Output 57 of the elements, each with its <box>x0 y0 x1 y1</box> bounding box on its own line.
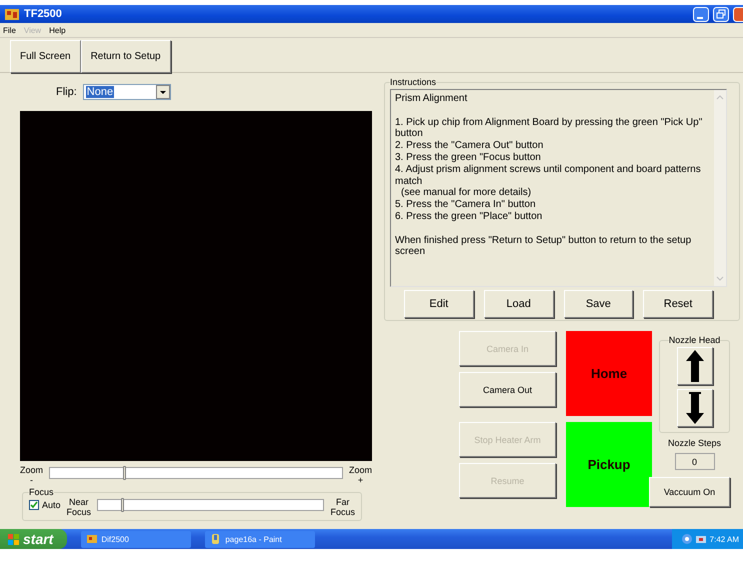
instructions-box[interactable] <box>390 89 727 287</box>
nozzle-steps-field: 0 <box>674 453 714 470</box>
instruction-line: 3. Press the green "Focus button <box>395 152 542 164</box>
instruction-line: When finished press "Return to Setup" button to return to the setup screen <box>395 234 692 258</box>
focus-slider[interactable] <box>97 499 324 511</box>
nozzle-down-button[interactable] <box>676 389 712 427</box>
group-title: Focus <box>29 487 54 497</box>
slider-thumb[interactable] <box>120 498 124 512</box>
menu-item[interactable]: File <box>3 26 16 34</box>
start-button[interactable]: start <box>0 529 68 549</box>
close-icon[interactable] <box>733 6 743 22</box>
control-button[interactable]: Camera Out <box>459 372 556 407</box>
slider-thumb[interactable] <box>123 466 126 480</box>
checkbox-icon[interactable] <box>29 500 39 510</box>
instruction-button[interactable]: Load <box>484 290 554 318</box>
instruction-button[interactable]: Edit <box>404 290 474 318</box>
nozzle-up-button[interactable] <box>676 347 712 385</box>
auto-checkbox[interactable]: Auto <box>29 500 61 510</box>
menu-item[interactable]: Help <box>49 26 66 34</box>
vacuum-button[interactable]: Vaccuum On <box>649 477 730 507</box>
instruction-line: 2. Press the "Camera Out" button <box>395 140 544 152</box>
instruction-button[interactable]: Save <box>564 290 634 318</box>
up-arrow-icon <box>686 350 704 382</box>
action-button[interactable]: Home <box>566 331 652 416</box>
tray-icon[interactable] <box>696 534 706 544</box>
flip-label: Flip: <box>56 86 77 98</box>
zoom-slider[interactable] <box>49 467 343 479</box>
paint-icon <box>211 534 222 544</box>
toolbar-button[interactable]: Return to Setup <box>80 40 171 73</box>
instruction-button[interactable]: Reset <box>643 290 713 318</box>
taskbar-button[interactable]: page16a - Paint <box>205 530 316 548</box>
slider-label: Zoom + <box>348 465 372 485</box>
instruction-line: 6. Press the green "Place" button <box>395 210 544 223</box>
taskbar-button[interactable]: Dif2500 <box>81 530 192 548</box>
instruction-line: 1. Pick up chip from Alignment Board by pressing the green "Pick Up" button <box>395 116 704 140</box>
slider-label: Near Focus <box>66 497 92 517</box>
slider-label: Zoom - <box>20 465 44 485</box>
instruction-line: 4. Adjust prism alignment screws until component and board patterns match <box>395 164 702 188</box>
flip-dropdown[interactable]: None <box>82 84 171 100</box>
instruction-line: (see manual for more details) <box>400 187 532 200</box>
instruction-line: Prism Alignment <box>395 93 468 105</box>
windows-flag-icon <box>8 534 19 544</box>
group-title: Nozzle Head <box>668 335 720 345</box>
nozzle-steps-label: Nozzle Steps <box>666 438 722 448</box>
minimize-icon[interactable] <box>693 6 709 22</box>
clock: 7:42 AM <box>710 534 739 544</box>
toolbar-button[interactable]: Full Screen <box>10 40 81 73</box>
app-icon <box>4 6 20 22</box>
action-button[interactable]: Pickup <box>566 422 652 507</box>
slider-label: Far Focus <box>330 497 355 517</box>
down-arrow-icon <box>686 392 704 424</box>
restore-icon[interactable] <box>713 6 729 22</box>
window-title: TF2500 <box>24 8 63 20</box>
network-icon[interactable] <box>682 534 692 544</box>
instruction-line: 5. Press the "Camera In" button <box>395 199 537 211</box>
app-icon <box>87 534 98 544</box>
group-title: Instructions <box>390 77 436 87</box>
